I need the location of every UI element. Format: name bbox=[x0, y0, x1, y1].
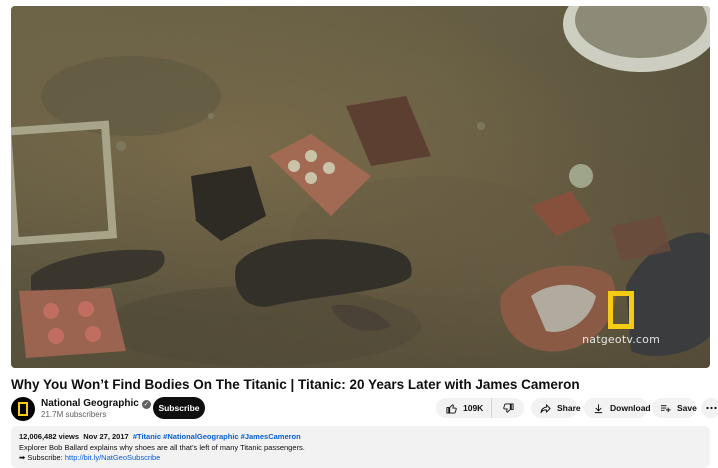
like-dislike-group: 109K bbox=[436, 398, 524, 418]
channel-name[interactable]: National Geographic ✓ bbox=[41, 398, 151, 409]
more-horizontal-icon bbox=[705, 406, 717, 410]
subscribe-link[interactable]: http://bit.ly/NatGeoSubscribe bbox=[65, 453, 160, 462]
more-actions-button[interactable] bbox=[701, 398, 718, 418]
nat-geo-logo-icon bbox=[608, 291, 635, 329]
share-arrow-icon bbox=[540, 403, 551, 414]
channel-row: National Geographic ✓ 21.7M subscribers S… bbox=[11, 397, 718, 421]
watermark: natgeotv.com bbox=[582, 291, 660, 346]
watermark-text: natgeotv.com bbox=[582, 333, 660, 346]
description-box[interactable]: 12,006,482 views Nov 27, 2017 #Titanic #… bbox=[11, 426, 710, 468]
like-button[interactable]: 109K bbox=[436, 398, 492, 418]
verified-check-icon: ✓ bbox=[141, 400, 151, 409]
playlist-add-icon bbox=[660, 403, 671, 414]
description-subscribe-line: ➡ Subscribe: http://bit.ly/NatGeoSubscri… bbox=[19, 453, 702, 464]
nat-geo-logo-icon bbox=[18, 402, 28, 416]
upload-date: Nov 27, 2017 bbox=[83, 432, 129, 441]
view-count: 12,006,482 views bbox=[19, 432, 80, 441]
dislike-button[interactable] bbox=[492, 398, 524, 418]
save-button[interactable]: Save bbox=[652, 398, 697, 418]
subscribe-button[interactable]: Subscribe bbox=[153, 397, 205, 419]
download-label: Download bbox=[610, 403, 651, 413]
video-player[interactable]: natgeotv.com bbox=[11, 6, 710, 368]
share-label: Share bbox=[557, 403, 581, 413]
save-label: Save bbox=[677, 403, 697, 413]
description-meta: 12,006,482 views Nov 27, 2017 #Titanic #… bbox=[19, 432, 702, 443]
like-count: 109K bbox=[463, 403, 484, 413]
thumbs-up-icon bbox=[446, 403, 457, 414]
description-text: Explorer Bob Ballard explains why shoes … bbox=[19, 442, 305, 452]
subscribe-prefix: ➡ Subscribe: bbox=[19, 453, 65, 462]
video-title: Why You Won’t Find Bodies On The Titanic… bbox=[11, 377, 580, 392]
channel-name-text[interactable]: National Geographic bbox=[41, 398, 139, 409]
download-icon bbox=[593, 403, 604, 414]
hashtags[interactable]: #Titanic #NationalGeographic #JamesCamer… bbox=[133, 432, 301, 441]
share-button[interactable]: Share bbox=[531, 398, 581, 418]
thumbs-down-icon bbox=[502, 402, 514, 414]
download-button[interactable]: Download bbox=[584, 398, 651, 418]
channel-avatar[interactable] bbox=[11, 397, 35, 421]
subscriber-count: 21.7M subscribers bbox=[41, 410, 107, 419]
